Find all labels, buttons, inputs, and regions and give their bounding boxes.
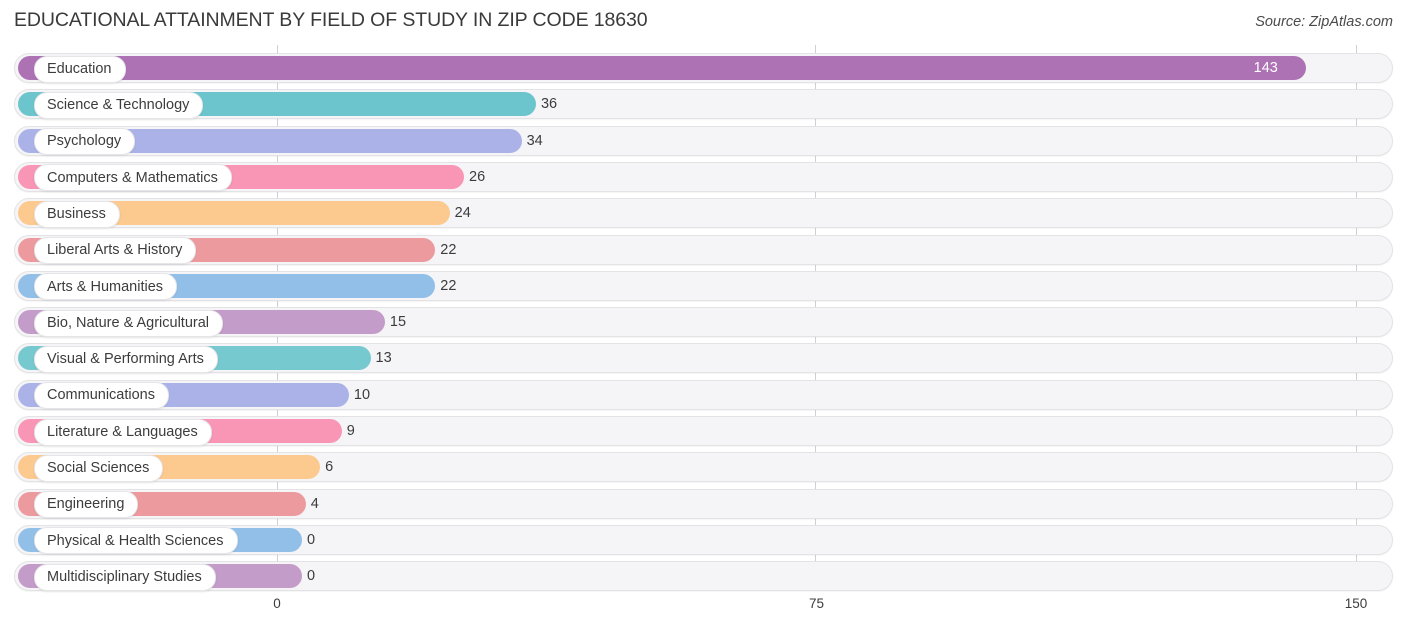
bar-row: Social Sciences 6 xyxy=(14,452,1393,483)
category-label: Computers & Mathematics xyxy=(47,169,218,186)
category-label-pill: Science & Technology xyxy=(34,91,204,119)
category-label: Communications xyxy=(47,387,155,404)
bar-row: Multidisciplinary Studies 0 xyxy=(14,561,1393,592)
category-label-pill: Arts & Humanities xyxy=(34,273,178,301)
bar-value-label: 10 xyxy=(353,386,371,403)
bar-row: Arts & Humanities 22 xyxy=(14,270,1393,301)
source-attribution: Source: ZipAtlas.com xyxy=(1255,14,1393,30)
category-label-pill: Engineering xyxy=(34,491,139,519)
x-axis-tick: 0 xyxy=(273,596,281,611)
bar-value-label: 26 xyxy=(469,168,486,185)
bar-value-label: 34 xyxy=(526,132,543,149)
category-label-pill: Business xyxy=(34,200,120,228)
bar-row: Liberal Arts & History 22 xyxy=(14,234,1393,265)
category-label-pill: Communications xyxy=(34,382,169,410)
category-label-pill: Visual & Performing Arts xyxy=(34,345,218,373)
x-axis-tick: 150 xyxy=(1344,596,1368,611)
category-label-pill: Multidisciplinary Studies xyxy=(34,563,216,591)
category-label-pill: Computers & Mathematics xyxy=(34,164,232,192)
bar-value-label: 22 xyxy=(440,277,457,294)
bar-row: Physical & Health Sciences 0 xyxy=(14,524,1393,555)
bar xyxy=(18,56,1306,80)
category-label: Social Sciences xyxy=(47,460,150,477)
category-label: Arts & Humanities xyxy=(47,278,164,295)
bar-value-label: 0 xyxy=(307,531,316,548)
plot-area: Education 143 Science & Technology 36 Psycho… xyxy=(0,45,1406,596)
bar-value-label: 0 xyxy=(307,568,316,585)
bar-row: Education 143 xyxy=(14,53,1393,83)
category-label: Physical & Health Sciences xyxy=(47,532,224,549)
bar-value-label: 13 xyxy=(375,350,392,367)
category-label: Liberal Arts & History xyxy=(47,242,183,259)
bar-value-label: 6 xyxy=(325,459,334,476)
bar-value-label: 4 xyxy=(310,495,319,512)
bar-row: Computers & Mathematics 26 xyxy=(14,161,1393,192)
category-label-pill: Literature & Languages xyxy=(34,418,212,446)
bar-value-label: 22 xyxy=(440,241,457,258)
category-label: Engineering xyxy=(47,496,125,513)
bar-row: Business 24 xyxy=(14,198,1393,229)
bar-row: Communications 10 xyxy=(14,379,1393,410)
category-label-pill: Social Sciences xyxy=(34,454,164,482)
bar-value-label: 9 xyxy=(346,423,355,439)
bar-row: Psychology 34 xyxy=(14,125,1393,156)
page-title: EDUCATIONAL ATTAINMENT BY FIELD OF STUDY… xyxy=(14,9,648,31)
bar-value-label-inside: 143 xyxy=(1253,60,1278,76)
category-label-pill: Psychology xyxy=(34,128,136,156)
category-label-pill: Physical & Health Sciences xyxy=(34,527,238,555)
category-label: Business xyxy=(47,205,106,222)
category-label: Bio, Nature & Agricultural xyxy=(47,314,209,331)
bar-value-label: 36 xyxy=(540,96,558,113)
bar-row: Visual & Performing Arts 13 xyxy=(14,343,1393,374)
category-label: Multidisciplinary Studies xyxy=(47,568,202,585)
category-label-pill: Education xyxy=(34,55,126,83)
x-axis: 0 75 150 xyxy=(0,596,1406,626)
category-label: Literature & Languages xyxy=(47,423,198,440)
category-label: Education xyxy=(47,60,112,77)
category-label-pill: Bio, Nature & Agricultural xyxy=(34,309,223,337)
bar-row: Bio, Nature & Agricultural 15 xyxy=(14,307,1393,338)
chart-container: EDUCATIONAL ATTAINMENT BY FIELD OF STUDY… xyxy=(0,0,1406,631)
x-axis-tick: 75 xyxy=(808,596,825,611)
bar-row: Science & Technology 36 xyxy=(14,89,1393,120)
category-label: Visual & Performing Arts xyxy=(47,351,204,368)
category-label: Psychology xyxy=(47,133,122,150)
bar-value-label: 24 xyxy=(454,205,471,222)
bar-value-label: 15 xyxy=(389,314,407,331)
bar-row: Literature & Languages 9 xyxy=(14,416,1393,446)
category-label-pill: Liberal Arts & History xyxy=(34,237,197,264)
category-label: Science & Technology xyxy=(47,97,190,114)
bar-row: Engineering 4 xyxy=(14,488,1393,519)
